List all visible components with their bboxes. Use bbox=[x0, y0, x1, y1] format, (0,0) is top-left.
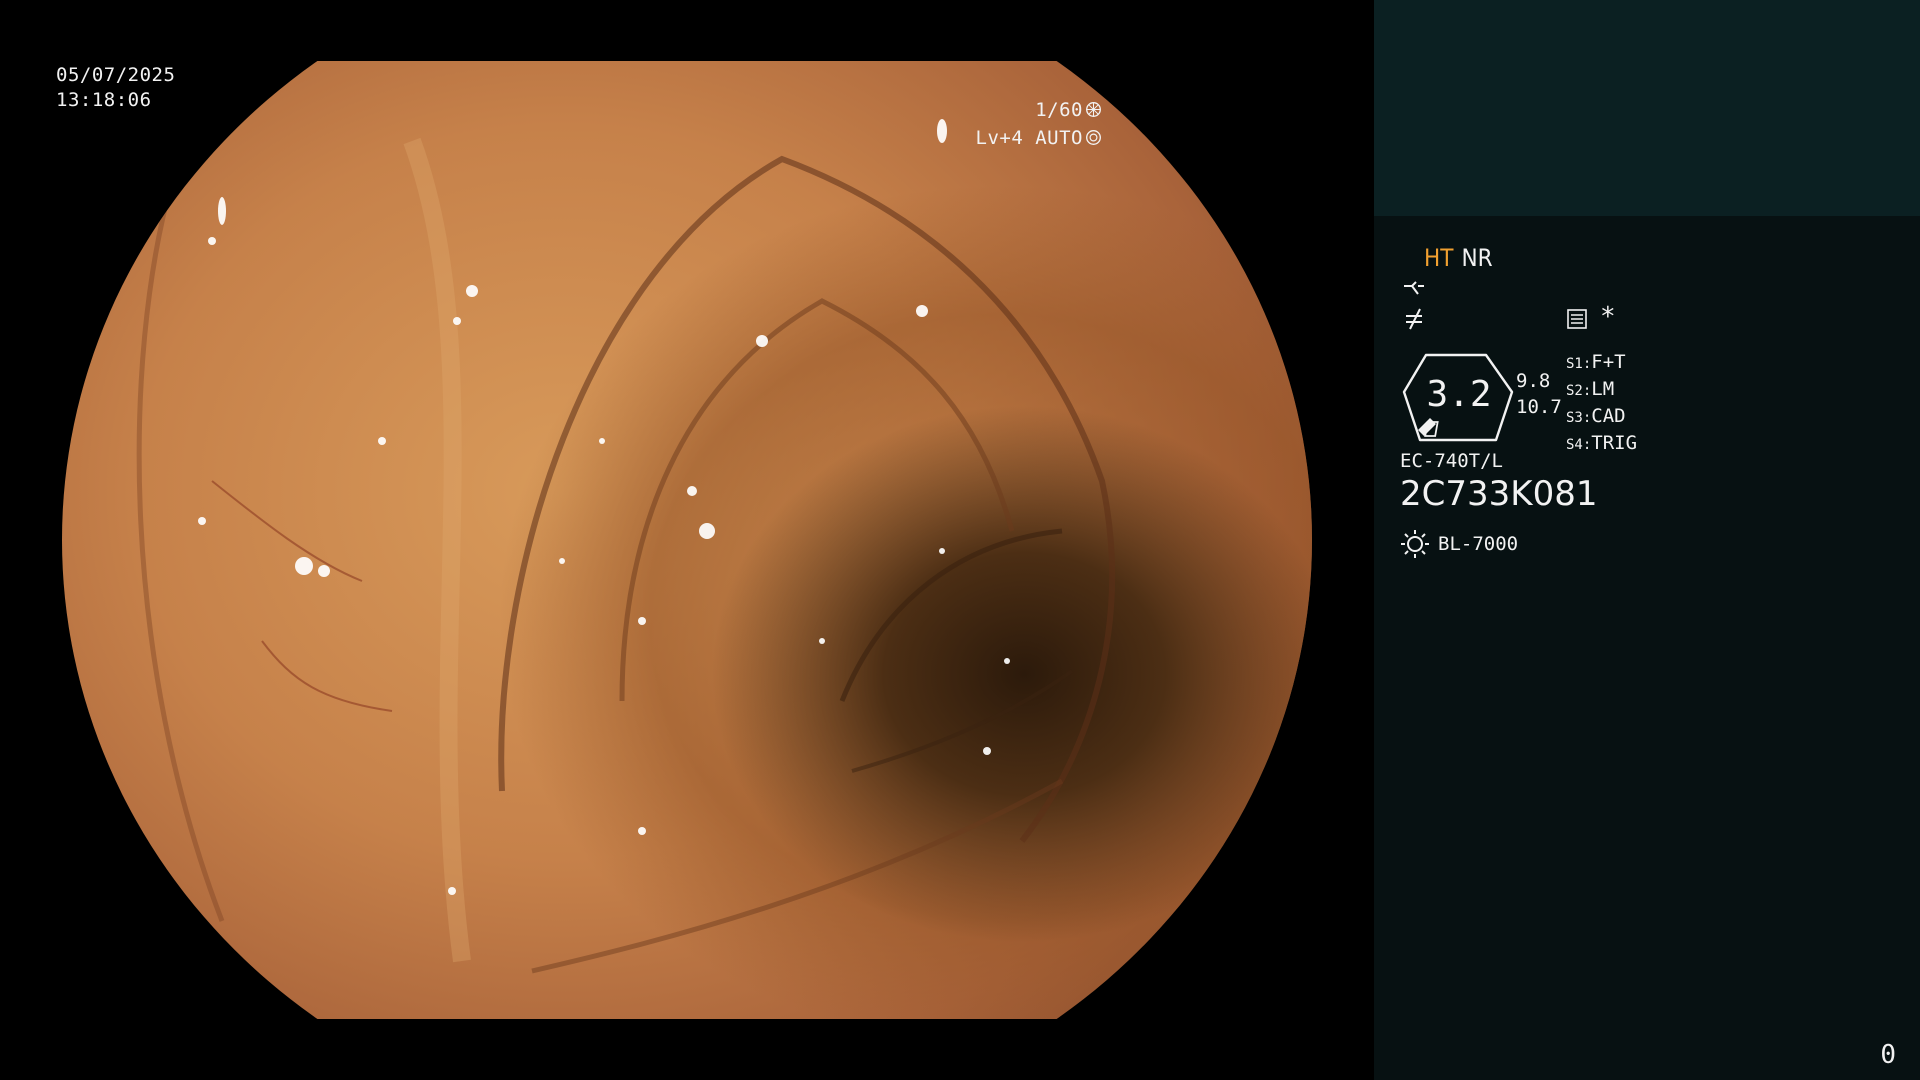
zoom-sub-value-2: 10.7 bbox=[1516, 396, 1562, 418]
colon-lumen-graphic bbox=[136, 119, 1115, 974]
switch-value: LM bbox=[1591, 378, 1615, 400]
switch-row: S2:LM bbox=[1566, 378, 1615, 400]
switch-value: F+T bbox=[1591, 351, 1626, 373]
zoom-sub-value-1: 9.8 bbox=[1516, 370, 1551, 392]
zoom-value: 3.2 bbox=[1426, 374, 1492, 415]
structure-enhance-icon bbox=[1404, 281, 1424, 295]
switch-label: S2 bbox=[1566, 383, 1583, 399]
light-source-icon bbox=[1401, 530, 1429, 558]
switch-row: S4:TRIG bbox=[1566, 432, 1638, 454]
light-source-model: BL-7000 bbox=[1438, 533, 1519, 555]
patient-info-area bbox=[1374, 0, 1920, 216]
switch-value: TRIG bbox=[1591, 432, 1638, 454]
date-text: 05/07/2025 bbox=[56, 64, 176, 86]
frame-counter: 0 bbox=[1880, 1040, 1896, 1070]
switch-value: CAD bbox=[1591, 405, 1626, 427]
switch-label: S3 bbox=[1566, 410, 1583, 426]
switch-label: S1 bbox=[1566, 356, 1583, 372]
switch-assignments: S1:F+T S2:LM S3:CAD S4:TRIG bbox=[1566, 350, 1637, 458]
ht-indicator: HT bbox=[1424, 244, 1454, 272]
scope-serial: 2C733K081 bbox=[1400, 474, 1598, 514]
shutter-icon bbox=[1086, 102, 1101, 117]
exposure-readout: Lv+4 AUTO bbox=[976, 126, 1102, 151]
nr-indicator: NR bbox=[1461, 244, 1493, 272]
timestamp: 05/07/2025 13:18:06 bbox=[56, 63, 175, 113]
shutter-text: 1/60 bbox=[1035, 99, 1083, 121]
iris-icon bbox=[1086, 130, 1101, 145]
memory-icon bbox=[1567, 309, 1587, 329]
color-enhance-icon bbox=[1406, 308, 1422, 330]
endoscopic-video-view bbox=[62, 61, 1312, 1019]
exposure-text: Lv+4 AUTO bbox=[975, 127, 1083, 149]
shutter-readout: 1/60 bbox=[1035, 98, 1102, 123]
switch-row: S3:CAD bbox=[1566, 405, 1626, 427]
image-mode: HT NR bbox=[1424, 244, 1493, 272]
time-text: 13:18:06 bbox=[56, 89, 152, 111]
status-panel: HT NR * 3.2 9.8 10.7 S1:F+T S2:LM S3:CAD … bbox=[1374, 216, 1920, 1080]
scope-model: EC-740T/L bbox=[1400, 450, 1503, 472]
star-indicator: * bbox=[1600, 302, 1616, 332]
switch-label: S4 bbox=[1566, 437, 1583, 453]
switch-row: S1:F+T bbox=[1566, 351, 1626, 373]
